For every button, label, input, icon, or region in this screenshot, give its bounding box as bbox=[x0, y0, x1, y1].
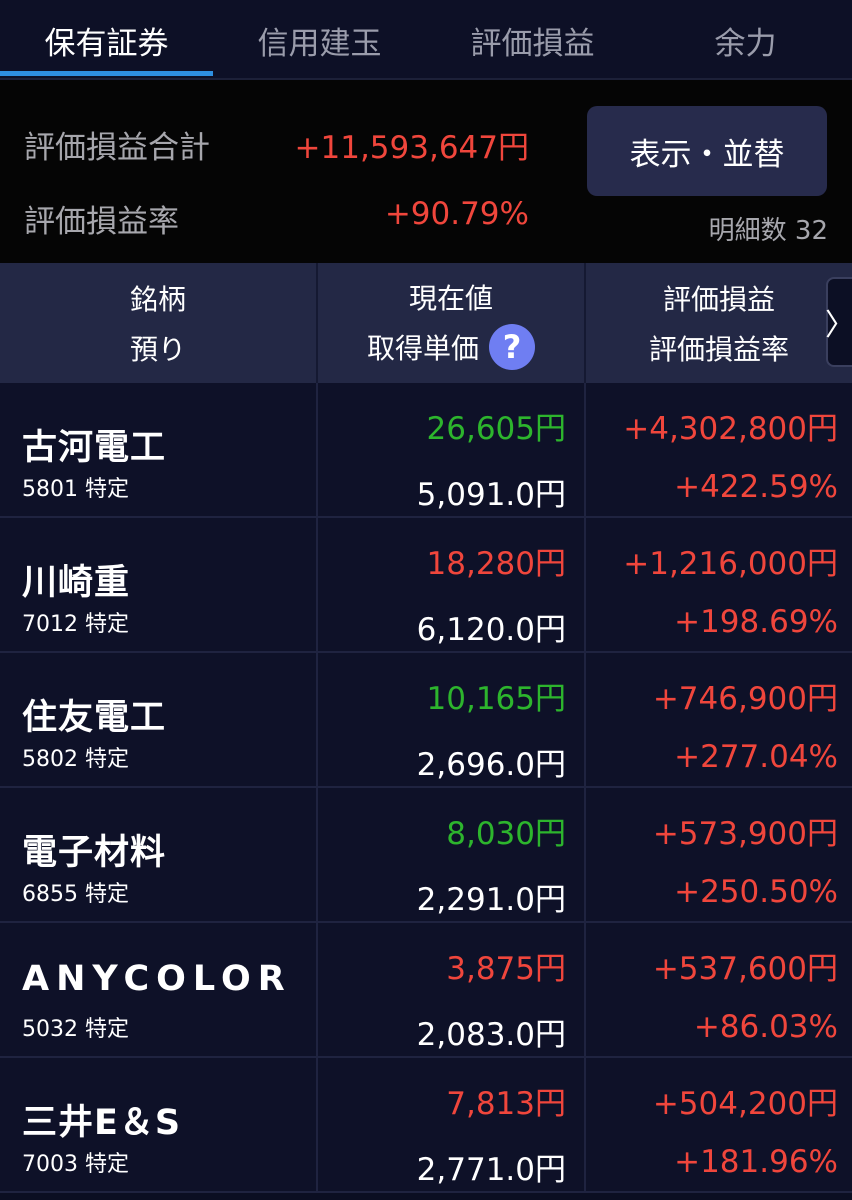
pl-total-value: +11,593,647円 bbox=[294, 130, 529, 166]
unrealized-pl: +573,900円 bbox=[652, 816, 838, 852]
tab-profit-loss[interactable]: 評価損益 bbox=[426, 0, 639, 80]
detail-count: 明細数 32 bbox=[708, 216, 828, 246]
current-price: 26,605円 bbox=[426, 411, 566, 447]
table-row[interactable]: 川崎重 7012 特定 18,280円 6,120.0円 +1,216,000円… bbox=[0, 518, 852, 653]
table-row[interactable]: 三井E＆S 7003 特定 7,813円 2,771.0円 +504,200円 … bbox=[0, 1058, 852, 1193]
pl-rate-value: +90.79% bbox=[384, 196, 529, 232]
table-row[interactable]: 古河電工 5801 特定 26,605円 5,091.0円 +4,302,800… bbox=[0, 383, 852, 518]
current-price: 8,030円 bbox=[446, 816, 566, 852]
unrealized-pl: +746,900円 bbox=[652, 681, 838, 717]
unrealized-pl-rate: +198.69% bbox=[674, 604, 838, 640]
cell-divider bbox=[584, 788, 586, 923]
header-pl: 評価損益 bbox=[662, 283, 775, 316]
table-row[interactable]: 電子材料 6855 特定 8,030円 2,291.0円 +573,900円 +… bbox=[0, 788, 852, 923]
unrealized-pl-rate: +86.03% bbox=[693, 1009, 838, 1045]
stock-code: 7003 特定 bbox=[22, 1152, 129, 1177]
header-cost: 取得単価 bbox=[366, 331, 479, 365]
pl-summary: 評価損益合計 +11,593,647円 評価損益率 +90.79% 表示・並替 … bbox=[0, 80, 852, 263]
tab-buying-power[interactable]: 余力 bbox=[639, 0, 852, 80]
header-col-stock: 銘柄 預り bbox=[0, 263, 316, 383]
unrealized-pl: +504,200円 bbox=[652, 1086, 838, 1122]
header-stock-name: 銘柄 bbox=[129, 283, 186, 316]
stock-code: 6855 特定 bbox=[22, 882, 129, 907]
display-sort-button[interactable]: 表示・並替 bbox=[587, 106, 827, 196]
pl-total-label: 評価損益合計 bbox=[24, 130, 210, 166]
cost-price: 2,771.0円 bbox=[416, 1152, 566, 1188]
header-pl-rate: 評価損益率 bbox=[648, 333, 789, 366]
stock-name: ANYCOLOR bbox=[22, 959, 292, 999]
cost-price: 6,120.0円 bbox=[416, 612, 566, 648]
unrealized-pl-rate: +250.50% bbox=[674, 874, 838, 910]
table-row[interactable]: 住友電工 5802 特定 10,165円 2,696.0円 +746,900円 … bbox=[0, 653, 852, 788]
header-col-price: 現在値 取得単価 ? bbox=[318, 263, 584, 383]
cell-divider bbox=[584, 383, 586, 518]
table-header: 銘柄 預り 現在値 取得単価 ? 評価損益 評価損益率 bbox=[0, 263, 852, 383]
stock-code: 7012 特定 bbox=[22, 612, 129, 637]
pl-rate-label: 評価損益率 bbox=[24, 204, 179, 240]
stock-name: 電子材料 bbox=[22, 833, 167, 873]
stock-name: 三井E＆S bbox=[22, 1103, 182, 1143]
unrealized-pl-rate: +422.59% bbox=[674, 469, 838, 505]
current-price: 7,813円 bbox=[446, 1086, 566, 1122]
header-custody: 預り bbox=[129, 333, 186, 366]
tab-margin-positions[interactable]: 信用建玉 bbox=[213, 0, 426, 80]
cell-divider bbox=[316, 518, 318, 653]
cell-divider bbox=[584, 923, 586, 1058]
unrealized-pl-rate: +181.96% bbox=[674, 1144, 838, 1180]
stock-code: 5802 特定 bbox=[22, 747, 129, 772]
current-price: 10,165円 bbox=[426, 681, 566, 717]
cost-price: 2,696.0円 bbox=[416, 747, 566, 783]
cost-price: 5,091.0円 bbox=[416, 477, 566, 513]
table-row[interactable]: ANYCOLOR 5032 特定 3,875円 2,083.0円 +537,60… bbox=[0, 923, 852, 1058]
cell-divider bbox=[584, 518, 586, 653]
stock-code: 5032 特定 bbox=[22, 1017, 129, 1042]
current-price: 3,875円 bbox=[446, 951, 566, 987]
holdings-list: 古河電工 5801 特定 26,605円 5,091.0円 +4,302,800… bbox=[0, 383, 852, 1193]
cost-price: 2,083.0円 bbox=[416, 1017, 566, 1053]
tab-bar: 保有証券 信用建玉 評価損益 余力 bbox=[0, 0, 852, 80]
unrealized-pl: +4,302,800円 bbox=[623, 411, 838, 447]
header-col-pl: 評価損益 評価損益率 bbox=[586, 263, 852, 383]
cell-divider bbox=[584, 653, 586, 788]
stock-name: 古河電工 bbox=[22, 428, 167, 468]
cell-divider bbox=[316, 788, 318, 923]
cell-divider bbox=[316, 653, 318, 788]
stock-code: 5801 特定 bbox=[22, 477, 129, 502]
unrealized-pl-rate: +277.04% bbox=[674, 739, 838, 775]
help-icon[interactable]: ? bbox=[489, 323, 535, 370]
cost-price: 2,291.0円 bbox=[416, 882, 566, 918]
tab-holdings[interactable]: 保有証券 bbox=[0, 0, 213, 80]
header-current-price: 現在値 bbox=[408, 281, 493, 315]
header-cost-wrap: 取得単価 ? bbox=[366, 323, 535, 370]
stock-name: 川崎重 bbox=[22, 563, 131, 603]
cell-divider bbox=[316, 923, 318, 1058]
chevron-right-icon[interactable]: 〉 bbox=[825, 277, 852, 367]
stock-name: 住友電工 bbox=[22, 698, 167, 738]
cell-divider bbox=[584, 1058, 586, 1193]
unrealized-pl: +1,216,000円 bbox=[623, 546, 838, 582]
unrealized-pl: +537,600円 bbox=[652, 951, 838, 987]
cell-divider bbox=[316, 383, 318, 518]
cell-divider bbox=[316, 1058, 318, 1193]
current-price: 18,280円 bbox=[426, 546, 566, 582]
